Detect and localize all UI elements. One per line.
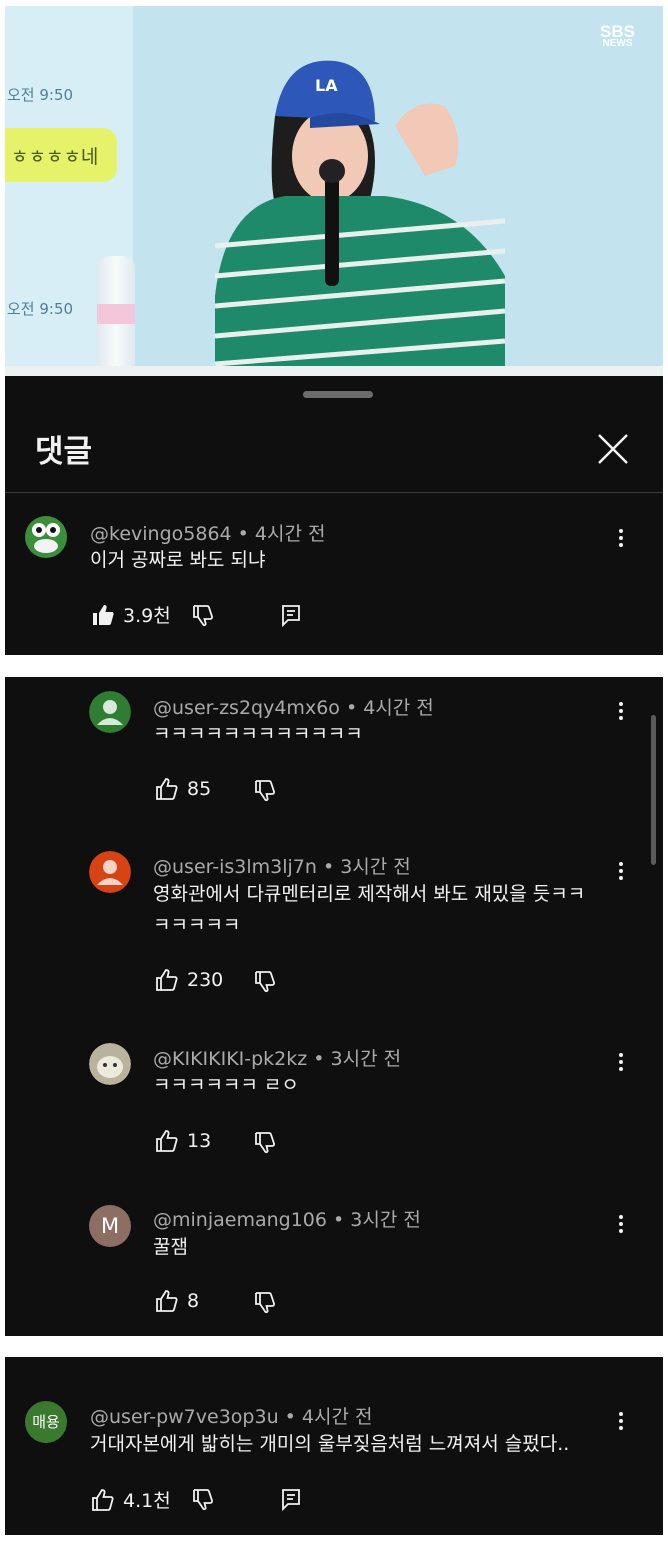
like-button[interactable]: 4.1천	[91, 1486, 171, 1513]
thumbs-down-icon[interactable]	[253, 1130, 277, 1154]
thumbs-up-icon	[93, 604, 114, 625]
video-frame[interactable]: 오전 9:50 ㅎㅎㅎㅎ네 오전 9:50 LA SBS NEWS	[5, 6, 663, 376]
scrollbar[interactable]	[651, 715, 656, 865]
thumbs-down-icon[interactable]	[191, 603, 215, 627]
chat-timestamp: 오전 9:50	[7, 300, 74, 318]
thumbs-up-icon	[92, 1488, 114, 1511]
chat-bubble: ㅎㅎㅎㅎ네	[5, 128, 117, 182]
reply-text: 영화관에서 다큐멘터리로 제작해서 봐도 재밌을 듯ㅋㅋ ㅋㅋㅋㅋㅋ	[153, 883, 586, 936]
reply-author: @minjaemang106	[153, 1209, 327, 1231]
reply-author: @user-zs2qy4mx6o	[153, 697, 340, 719]
reply-time: 3시간 전	[340, 856, 411, 878]
more-options-icon[interactable]	[611, 526, 631, 554]
more-options-icon[interactable]	[611, 1212, 631, 1240]
more-options-icon[interactable]	[611, 699, 631, 727]
reply-author-line[interactable]: @user-is3lm3lj7n • 3시간 전	[153, 852, 411, 879]
panel-title: 댓글	[35, 434, 93, 470]
reply-text: ㅋㅋㅋㅋㅋㅋ ㄹㅇ	[153, 1074, 299, 1096]
water-bottle	[97, 256, 135, 374]
thumbs-down-icon[interactable]	[253, 778, 277, 802]
reply-icon[interactable]	[279, 1487, 303, 1511]
thumbs-down-icon[interactable]	[253, 969, 277, 993]
thumbs-up-icon	[156, 1130, 178, 1152]
reply-author-line[interactable]: @user-zs2qy4mx6o • 4시간 전	[153, 693, 434, 720]
divider	[5, 492, 663, 493]
reply-author: @KIKIKIKI-pk2kz	[153, 1048, 308, 1070]
like-count: 4.1천	[123, 1490, 171, 1512]
like-button[interactable]: 13	[155, 1129, 211, 1153]
more-options-icon[interactable]	[611, 1050, 631, 1078]
comment-author-line[interactable]: @user-pw7ve3op3u • 4시간 전	[90, 1402, 372, 1429]
comment-text: 이거 공짜로 봐도 되냐	[90, 549, 266, 571]
reply-author-line[interactable]: @KIKIKIKI-pk2kz • 3시간 전	[153, 1044, 401, 1071]
avatar[interactable]	[25, 516, 67, 558]
chat-timestamp: 오전 9:50	[7, 86, 74, 104]
more-options-icon[interactable]	[611, 1409, 631, 1437]
drag-handle[interactable]	[303, 391, 373, 398]
thumbs-down-icon[interactable]	[253, 1290, 277, 1314]
desk	[5, 366, 663, 376]
reply-text: ㅋㅋㅋㅋㅋㅋㅋㅋㅋㅋㅋㅋ	[153, 723, 363, 745]
comment-text: 거대자본에게 밟히는 개미의 울부짖음처럼 느껴져서 슬펐다..	[90, 1433, 570, 1455]
reply-author-line[interactable]: @minjaemang106 • 3시간 전	[153, 1205, 421, 1232]
reply-time: 3시간 전	[350, 1209, 421, 1231]
close-icon[interactable]	[595, 431, 631, 467]
avatar[interactable]: M	[89, 1205, 131, 1247]
like-button[interactable]: 230	[155, 968, 223, 992]
reply-icon[interactable]	[279, 603, 303, 627]
more-options-icon[interactable]	[611, 859, 631, 887]
comment-author: @user-pw7ve3op3u	[90, 1406, 279, 1428]
thumbs-down-icon[interactable]	[191, 1487, 215, 1511]
like-count: 3.9천	[123, 605, 171, 627]
like-button[interactable]: 8	[155, 1289, 199, 1313]
comment-time: 4시간 전	[301, 1406, 373, 1428]
avatar[interactable]: 매용	[25, 1401, 67, 1443]
like-button[interactable]: 85	[155, 777, 211, 801]
speaker-figure: LA	[215, 60, 506, 376]
reply-author: @user-is3lm3lj7n	[153, 856, 317, 878]
comments-panel-header: 댓글 @kevingo5864 • 4시간 전 이거 공짜로 봐도 되냐 3.9…	[5, 376, 663, 655]
sbs-news-logo: SBS NEWS	[600, 22, 635, 49]
like-count: 230	[187, 969, 224, 991]
avatar[interactable]	[89, 1043, 131, 1085]
comment-author-line[interactable]: @kevingo5864 • 4시간 전	[90, 519, 326, 546]
comment-author: @kevingo5864	[90, 523, 232, 545]
like-count: 8	[187, 1290, 200, 1312]
comment-time: 4시간 전	[254, 523, 326, 545]
reply-text: 꿀잼	[153, 1236, 188, 1258]
thumbs-up-icon	[156, 1290, 178, 1312]
svg-text:LA: LA	[315, 76, 338, 95]
avatar[interactable]	[89, 851, 131, 893]
like-button[interactable]: 3.9천	[91, 601, 171, 628]
thumbs-up-icon	[156, 778, 178, 800]
avatar[interactable]	[89, 691, 131, 733]
replies-panel: @user-zs2qy4mx6o • 4시간 전 ㅋㅋㅋㅋㅋㅋㅋㅋㅋㅋㅋㅋ 85…	[5, 677, 663, 1336]
like-count: 85	[187, 778, 212, 800]
like-count: 13	[187, 1130, 212, 1152]
thumbs-up-icon	[156, 969, 178, 991]
comment-item: 매용 @user-pw7ve3op3u • 4시간 전 거대자본에게 밟히는 개…	[5, 1357, 663, 1535]
reply-time: 4시간 전	[363, 697, 434, 719]
reply-time: 3시간 전	[330, 1048, 402, 1070]
